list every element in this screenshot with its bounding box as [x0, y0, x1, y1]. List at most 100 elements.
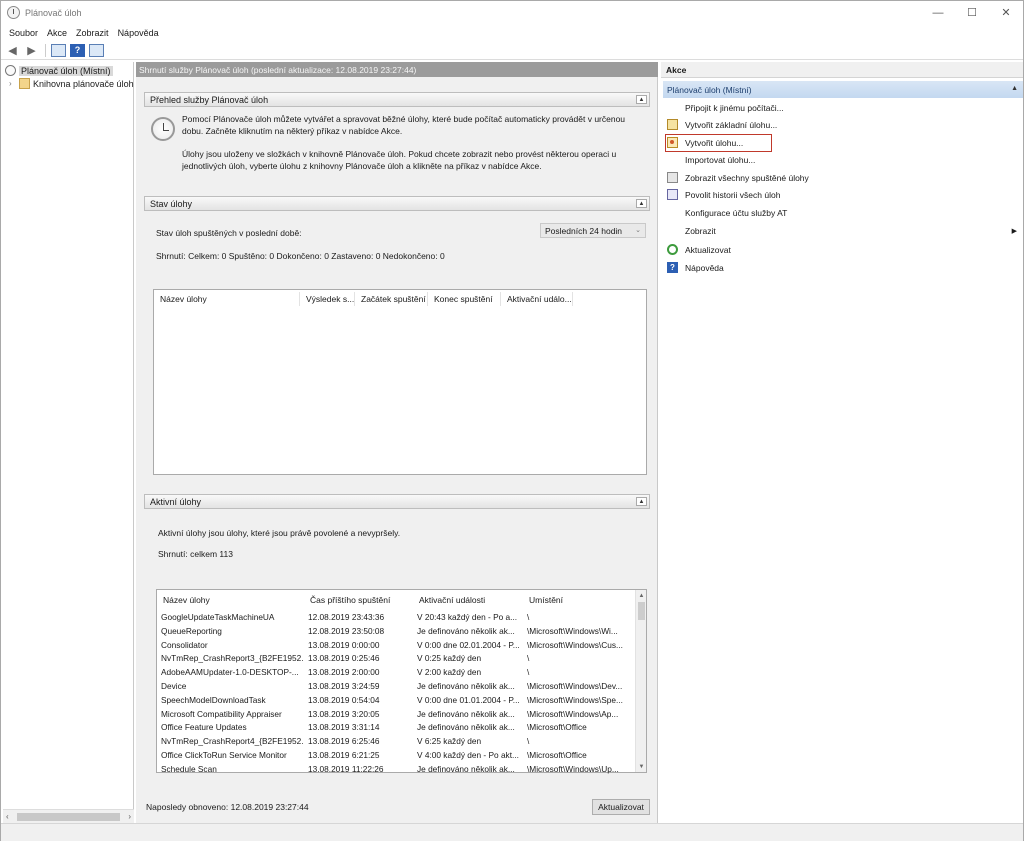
table-cell: Device — [161, 681, 187, 691]
table-row[interactable]: GoogleUpdateTaskMachineUA 12.08.2019 23:4… — [157, 610, 633, 624]
overview-section: Přehled služby Plánovač úloh ▲ Pomocí Pl… — [144, 92, 650, 185]
status-period-label: Stav úloh spuštěných v poslední době: — [156, 228, 302, 238]
table-row[interactable]: NvTmRep_CrashReport3_{B2FE1952... 13.08.2… — [157, 651, 633, 665]
minimize-button[interactable]: — — [921, 1, 955, 24]
section-title: Stav úlohy — [150, 198, 193, 209]
actions-group-task-scheduler[interactable]: Plánovač úloh (Místní) ▲ — [663, 81, 1023, 98]
actions-group-label: Plánovač úloh (Místní) — [667, 84, 752, 95]
highlight-box — [665, 134, 772, 152]
table-cell: \Microsoft\Office — [527, 722, 587, 733]
collapse-icon[interactable]: ▲ — [636, 199, 647, 208]
column-header[interactable]: Aktivační události — [413, 593, 523, 607]
table-cell: V 20:43 každý den - Po a... — [417, 612, 518, 622]
scroll-thumb[interactable] — [638, 602, 645, 620]
action-create-basic-task[interactable]: Vytvořit základní úlohu... — [667, 116, 1021, 133]
table-row[interactable]: SpeechModelDownloadTask 13.08.2019 0:54:0… — [157, 693, 633, 707]
table-cell: Je definováno několik ak... — [417, 681, 515, 691]
action-connect-to-computer[interactable]: Připojit k jinému počítači... — [667, 99, 1021, 116]
action-label: Aktualizovat — [685, 244, 731, 255]
scroll-down-icon[interactable]: ▼ — [636, 761, 647, 772]
table-cell: \Microsoft\Windows\Up... — [527, 763, 619, 774]
table-row[interactable]: Schedule Scan 13.08.2019 11:22:26 Je defin… — [157, 762, 633, 776]
last-refresh-text: Naposledy obnoveno: 12.08.2019 23:27:44 — [146, 802, 309, 812]
table-row[interactable]: Microsoft Compatibility Appraiser 13.08.2… — [157, 707, 633, 721]
action-import-task[interactable]: Importovat úlohu... — [667, 151, 1021, 168]
show-hide-console-tree-icon[interactable] — [51, 43, 66, 57]
column-header[interactable]: Aktivační událo... — [501, 292, 573, 306]
active-tasks-section: Aktivní úlohy ▲ Aktivní úlohy jsou úlohy… — [144, 494, 650, 792]
refresh-button[interactable]: Aktualizovat — [592, 799, 650, 815]
action-display-running-tasks[interactable]: Zobrazit všechny spuštěné úlohy — [667, 169, 1021, 186]
scroll-thumb[interactable] — [17, 813, 120, 821]
tree-item-task-library[interactable]: › Knihovna plánovače úloh — [9, 77, 134, 90]
table-cell: V 6:25 každý den — [417, 736, 482, 747]
action-enable-history[interactable]: Povolit historii všech úloh — [667, 186, 1021, 203]
menu-akce[interactable]: Akce — [47, 28, 67, 38]
overview-text-1: Pomocí Plánovače úloh můžete vytvářet a … — [182, 114, 626, 136]
column-header[interactable]: Začátek spuštění — [355, 292, 428, 306]
menu-soubor[interactable]: Soubor — [9, 28, 38, 38]
table-row[interactable]: AdobeAAMUpdater-1.0-DESKTOP-... 13.08.201… — [157, 665, 633, 679]
table-cell: \ — [527, 653, 530, 664]
table-cell: \ — [527, 667, 530, 678]
action-label: Zobrazit všechny spuštěné úlohy — [685, 172, 809, 183]
action-label: Importovat úlohu... — [685, 154, 756, 165]
action-label: Nápověda — [685, 262, 724, 273]
column-header[interactable]: Umístění — [523, 593, 633, 607]
action-view[interactable]: Zobrazit ▶ — [667, 222, 1021, 239]
collapse-icon[interactable]: ▲ — [636, 497, 647, 506]
overview-text-2: Úlohy jsou uloženy ve složkách v knihovn… — [182, 149, 617, 171]
table-cell: \Microsoft\Windows\Ap... — [527, 708, 619, 719]
table-cell: Je definováno několik ak... — [417, 625, 515, 636]
table-row[interactable]: Office ClickToRun Service Monitor 13.08.2… — [157, 748, 633, 762]
maximize-button[interactable]: ☐ — [955, 1, 989, 24]
action-refresh[interactable]: Aktualizovat — [667, 241, 1021, 258]
toolbar: ◀ ▶ ? — [1, 41, 1023, 60]
close-button[interactable]: ✕ — [989, 1, 1023, 24]
collapse-icon[interactable]: ▲ — [1011, 85, 1018, 92]
window-title: Plánovač úloh — [25, 7, 82, 18]
summary-header: Shrnutí služby Plánovač úloh (poslední a… — [136, 62, 658, 77]
column-header[interactable]: Čas příštího spuštění — [304, 593, 413, 607]
app-window: Plánovač úloh — ☐ ✕ Soubor Akce Zobrazit… — [0, 0, 1024, 841]
tree-horizontal-scrollbar[interactable]: ‹ › — [3, 809, 134, 823]
action-at-service-account[interactable]: Konfigurace účtu služby AT — [667, 204, 1021, 221]
scroll-up-icon[interactable]: ▲ — [636, 590, 647, 601]
collapse-icon[interactable]: ▲ — [636, 95, 647, 104]
forward-arrow-icon[interactable]: ▶ — [24, 44, 39, 57]
table-row[interactable]: Office Feature Updates 13.08.2019 3:31:14… — [157, 720, 633, 734]
section-title: Aktivní úlohy — [150, 496, 202, 507]
column-header[interactable]: Výsledek s... — [300, 292, 355, 306]
table-row[interactable]: Consolidator 13.08.2019 0:00:00 V 0:00 dne… — [157, 638, 633, 652]
active-tasks-section-header[interactable]: Aktivní úlohy ▲ — [144, 494, 650, 509]
table-cell: 12.08.2019 23:43:36 — [308, 612, 385, 622]
expand-chevron-icon[interactable]: › — [9, 79, 19, 88]
table-row[interactable]: Device 13.08.2019 3:24:59 Je definováno ně… — [157, 679, 633, 693]
column-header[interactable]: Název úlohy — [157, 593, 304, 607]
overview-section-header[interactable]: Přehled služby Plánovač úloh ▲ — [144, 92, 650, 107]
menu-zobrazit[interactable]: Zobrazit — [76, 28, 109, 38]
show-hide-action-pane-icon[interactable] — [89, 43, 104, 57]
folder-icon — [19, 78, 30, 89]
table-row[interactable]: QueueReporting 12.08.2019 23:50:08 Je defi… — [157, 624, 633, 638]
table-cell: 12.08.2019 23:50:08 — [308, 625, 385, 636]
tree-item-label: Knihovna plánovače úloh — [33, 78, 134, 89]
task-status-section-header[interactable]: Stav úlohy ▲ — [144, 196, 650, 211]
period-select[interactable]: Posledních 24 hodin ⌄ — [540, 223, 646, 238]
tree-item-task-scheduler-local[interactable]: Plánovač úloh (Místní) — [5, 64, 113, 77]
table-cell: QueueReporting — [161, 625, 222, 636]
scroll-left-icon[interactable]: ‹ — [6, 812, 9, 821]
back-arrow-icon[interactable]: ◀ — [5, 44, 20, 57]
column-header[interactable]: Název úlohy — [154, 292, 300, 306]
table-cell: Je definováno několik ak... — [417, 763, 515, 774]
table-cell: Microsoft Compatibility Appraiser — [161, 708, 282, 719]
status-summary: Shrnutí: Celkem: 0 Spuštěno: 0 Dokončeno… — [156, 251, 445, 261]
table-row[interactable]: NvTmRep_CrashReport4_{B2FE1952... 13.08.2… — [157, 734, 633, 748]
help-icon[interactable]: ? — [70, 43, 85, 57]
table-cell: NvTmRep_CrashReport3_{B2FE1952... — [161, 653, 304, 664]
scroll-right-icon[interactable]: › — [128, 812, 131, 821]
column-header[interactable]: Konec spuštění — [428, 292, 501, 306]
action-help[interactable]: ? Nápověda — [667, 259, 1021, 276]
menu-napoveda[interactable]: Nápověda — [118, 28, 159, 38]
table-vertical-scrollbar[interactable]: ▲ ▼ — [635, 590, 646, 772]
